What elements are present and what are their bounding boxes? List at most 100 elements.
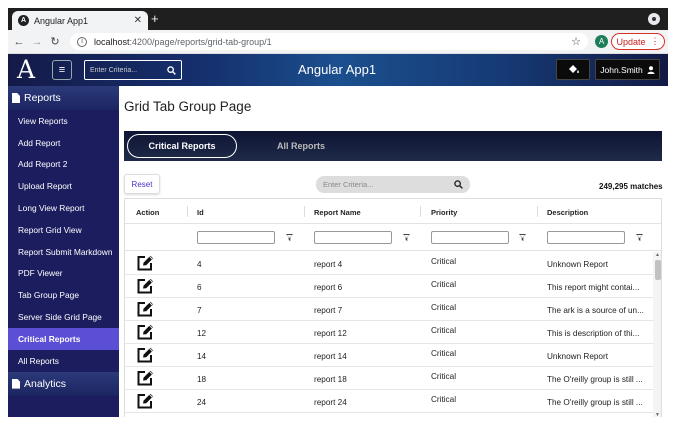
app-title: Angular App1 xyxy=(298,62,377,77)
table-row: 24 report 24 Critical The O'reilly group… xyxy=(125,390,653,413)
column-separator[interactable] xyxy=(304,206,305,217)
sidebar: Reports View Reports Add Report Add Repo… xyxy=(8,86,119,417)
back-arrow-icon[interactable]: ← xyxy=(12,36,26,48)
sidebar-section-label: Reports xyxy=(24,92,61,104)
sidebar-item-tab-group-page[interactable]: Tab Group Page xyxy=(8,284,119,306)
edit-icon[interactable] xyxy=(137,255,155,271)
tab-critical-reports[interactable]: Critical Reports xyxy=(127,134,237,158)
table-row: 12 report 12 Critical This is descriptio… xyxy=(125,321,653,344)
sidebar-section-reports[interactable]: Reports xyxy=(8,86,119,110)
column-header-description[interactable]: Description xyxy=(547,208,588,217)
update-button[interactable]: Update ⋮ xyxy=(611,33,665,50)
scrollbar-thumb[interactable] xyxy=(655,260,661,280)
paint-bucket-icon xyxy=(568,64,579,73)
column-separator[interactable] xyxy=(420,206,421,217)
sidebar-item-report-submit-markdown[interactable]: Report Submit Markdown xyxy=(8,241,119,263)
sidebar-item-report-grid-view[interactable]: Report Grid View xyxy=(8,219,119,241)
edit-icon[interactable] xyxy=(137,278,155,294)
site-info-icon[interactable]: i xyxy=(77,36,87,47)
grid-scrollbar[interactable]: ▲ ▼ xyxy=(653,252,661,417)
profile-avatar[interactable]: A xyxy=(595,35,608,48)
url-path: :4200/page/reports/grid-tab-group/1 xyxy=(129,36,272,47)
forward-arrow-icon[interactable]: → xyxy=(30,36,44,48)
address-bar[interactable]: i localhost:4200/page/reports/grid-tab-g… xyxy=(70,33,588,50)
column-header-action[interactable]: Action xyxy=(136,208,159,217)
edit-icon[interactable] xyxy=(137,324,155,340)
search-icon[interactable] xyxy=(454,180,463,189)
column-header-report-name[interactable]: Report Name xyxy=(314,208,361,217)
new-tab-icon[interactable]: + xyxy=(151,11,159,27)
sidebar-item-pdf-viewer[interactable]: PDF Viewer xyxy=(8,263,119,285)
report-grid: Action Id Report Name Priority Descripti… xyxy=(124,198,662,417)
column-separator[interactable] xyxy=(187,206,188,217)
sidebar-item-all-reports[interactable]: All Reports xyxy=(8,350,119,372)
cell-description: The O'reilly group is still ... xyxy=(547,375,643,384)
column-separator[interactable] xyxy=(537,206,538,217)
filter-input-id[interactable] xyxy=(197,231,275,244)
close-tab-icon[interactable]: ✕ xyxy=(134,15,142,26)
edit-icon[interactable] xyxy=(137,393,155,409)
match-count: 249,295 matches xyxy=(599,182,663,191)
sidebar-item-long-view-report[interactable]: Long View Report xyxy=(8,197,119,219)
sidebar-section-analytics[interactable]: Analytics xyxy=(8,371,119,396)
grid-search-input[interactable]: Enter Criteria... xyxy=(316,176,470,193)
reload-icon[interactable]: ↻ xyxy=(48,35,62,48)
filter-icon[interactable] xyxy=(403,234,410,241)
column-header-priority[interactable]: Priority xyxy=(431,208,457,217)
tab-all-reports[interactable]: All Reports xyxy=(261,134,341,158)
cell-priority: Critical xyxy=(431,395,457,404)
sidebar-item-add-report-2[interactable]: Add Report 2 xyxy=(8,154,119,176)
user-name: John.Smith xyxy=(600,64,643,75)
table-row: 7 report 7 Critical The ark is a source … xyxy=(125,298,653,321)
search-icon[interactable] xyxy=(167,65,176,75)
bookmark-star-icon[interactable]: ☆ xyxy=(571,35,581,48)
sidebar-item-add-report[interactable]: Add Report xyxy=(8,132,119,154)
filter-icon[interactable] xyxy=(286,234,293,241)
filter-input-description[interactable] xyxy=(547,231,625,244)
browser-tab[interactable]: A Angular App1 ✕ xyxy=(12,11,148,30)
menu-toggle-button[interactable]: ≡ xyxy=(52,60,72,80)
angular-favicon-icon: A xyxy=(18,15,29,26)
filter-icon[interactable] xyxy=(636,234,643,241)
filter-input-priority[interactable] xyxy=(431,231,509,244)
edit-icon[interactable] xyxy=(137,347,155,363)
table-row: 18 report 18 Critical The O'reilly group… xyxy=(125,367,653,390)
page-title: Grid Tab Group Page xyxy=(124,99,252,114)
reset-button[interactable]: Reset xyxy=(124,174,160,194)
user-menu-button[interactable]: John.Smith xyxy=(595,59,660,80)
column-header-id[interactable]: Id xyxy=(197,208,204,217)
scroll-down-icon[interactable]: ▼ xyxy=(655,412,660,417)
cell-id: 12 xyxy=(197,329,207,338)
scroll-up-icon[interactable]: ▲ xyxy=(655,252,660,258)
cell-description: Unknown Report xyxy=(547,260,608,269)
theme-button[interactable] xyxy=(556,59,590,80)
cell-description: This is description of thi... xyxy=(547,329,640,338)
cell-report-name: report 14 xyxy=(314,352,347,361)
app-logo[interactable]: A xyxy=(17,55,35,85)
table-row: 4 report 4 Critical Unknown Report xyxy=(125,252,653,275)
cell-report-name: report 6 xyxy=(314,283,343,292)
cell-report-name: report 18 xyxy=(314,375,347,384)
file-icon xyxy=(12,378,20,389)
header-search-input[interactable]: Enter Criteria... xyxy=(84,60,182,80)
update-label: Update xyxy=(616,36,646,47)
edit-icon[interactable] xyxy=(137,301,155,317)
sidebar-item-view-reports[interactable]: View Reports xyxy=(8,110,119,132)
cell-report-name: report 24 xyxy=(314,398,347,407)
grid-body: 4 report 4 Critical Unknown Report 6 rep… xyxy=(125,252,653,413)
cell-priority: Critical xyxy=(431,349,457,358)
hamburger-icon: ≡ xyxy=(58,64,66,76)
screen: A Angular App1 ✕ + ← → ↻ i localhost:420… xyxy=(8,8,668,417)
sidebar-item-upload-report[interactable]: Upload Report xyxy=(8,175,119,197)
edit-icon[interactable] xyxy=(137,370,155,386)
cell-id: 7 xyxy=(197,306,202,315)
sidebar-item-critical-reports[interactable]: Critical Reports xyxy=(8,327,119,350)
more-options-icon: ⋮ xyxy=(650,36,660,46)
user-icon xyxy=(647,65,655,74)
cell-description: The ark is a source of un... xyxy=(547,306,644,315)
sidebar-item-server-side-grid-page[interactable]: Server Side Grid Page xyxy=(8,306,119,328)
filter-input-report-name[interactable] xyxy=(314,231,392,244)
window-menu-icon[interactable] xyxy=(648,13,660,25)
filter-icon[interactable] xyxy=(519,234,526,241)
cell-priority: Critical xyxy=(431,326,457,335)
